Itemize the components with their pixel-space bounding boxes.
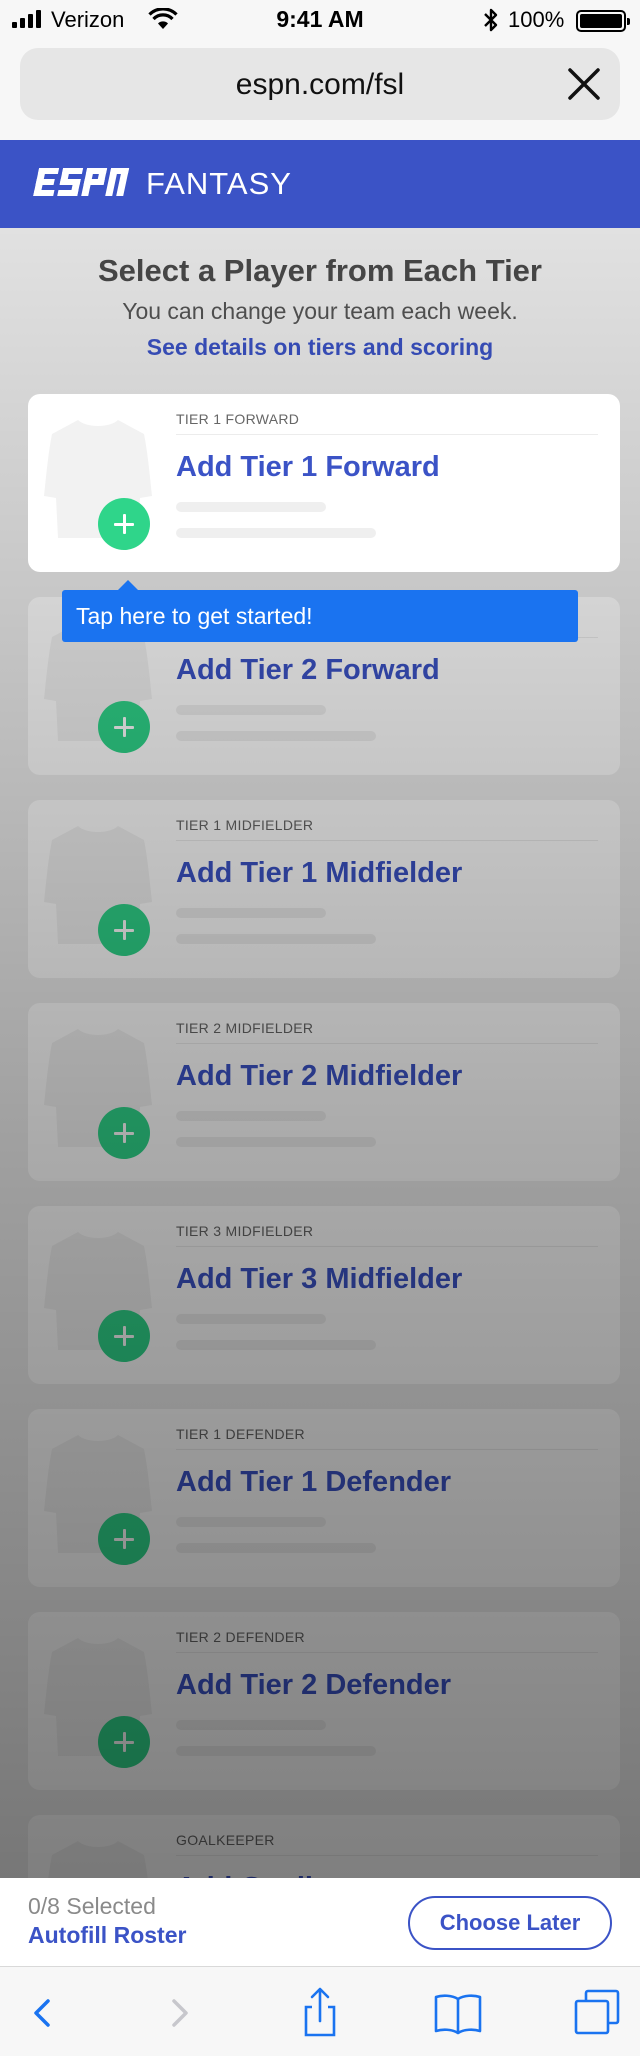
battery-percentage: 100% xyxy=(508,7,565,32)
text-placeholder xyxy=(176,1111,326,1121)
choose-later-button[interactable]: Choose Later xyxy=(408,1896,612,1950)
product-name: FANTASY xyxy=(146,166,292,201)
add-player-icon[interactable] xyxy=(98,1513,150,1565)
add-player-icon[interactable] xyxy=(98,498,150,550)
tier-card[interactable]: TIER 3 MIDFIELDER Add Tier 3 Midfielder xyxy=(28,1206,620,1384)
tier-card[interactable]: TIER 2 MIDFIELDER Add Tier 2 Midfielder xyxy=(28,1003,620,1181)
add-player-button[interactable]: Add Tier 3 Midfielder xyxy=(176,1263,462,1296)
tiers-scoring-link[interactable]: See details on tiers and scoring xyxy=(0,334,640,361)
battery-icon xyxy=(576,10,630,32)
text-placeholder xyxy=(176,731,376,741)
add-player-icon[interactable] xyxy=(98,1107,150,1159)
tier-label: TIER 2 DEFENDER xyxy=(176,1629,305,1645)
address-bar[interactable]: espn.com/fsl xyxy=(20,48,620,120)
text-placeholder xyxy=(176,934,376,944)
close-icon[interactable] xyxy=(564,64,604,104)
add-player-button[interactable]: Add Tier 1 Forward xyxy=(176,451,440,484)
divider xyxy=(176,434,598,435)
tier-label: GOALKEEPER xyxy=(176,1832,275,1848)
text-placeholder xyxy=(176,705,326,715)
roster-action-bar: 0/8 Selected Autofill Roster Choose Late… xyxy=(0,1878,640,1966)
selected-count: 0/8 Selected xyxy=(28,1893,156,1919)
add-player-button[interactable]: Add Tier 1 Midfielder xyxy=(176,857,462,890)
tooltip-text: Tap here to get started! xyxy=(76,603,313,629)
divider xyxy=(176,1449,598,1450)
back-icon[interactable] xyxy=(14,1985,70,2041)
add-player-icon[interactable] xyxy=(98,1310,150,1362)
text-placeholder xyxy=(176,908,326,918)
add-player-icon[interactable] xyxy=(98,701,150,753)
bookmarks-icon[interactable] xyxy=(430,1985,486,2041)
browser-toolbar xyxy=(0,1966,640,2056)
url-text: espn.com/fsl xyxy=(235,68,405,101)
page-title: Select a Player from Each Tier xyxy=(98,253,542,288)
divider xyxy=(176,840,598,841)
forward-icon[interactable] xyxy=(152,1985,208,2041)
text-placeholder xyxy=(176,502,326,512)
main-content: Select a Player from Each Tier You can c… xyxy=(0,228,640,1878)
text-placeholder xyxy=(176,1720,326,1730)
tier-card[interactable]: TIER 1 FORWARD Add Tier 1 Forward xyxy=(28,394,620,572)
get-started-tooltip[interactable]: Tap here to get started! xyxy=(62,580,578,642)
page-subtitle: You can change your team each week. xyxy=(122,298,518,324)
tier-card[interactable]: GOALKEEPERAdd Goalkeeper xyxy=(28,1815,620,1878)
add-player-icon[interactable] xyxy=(98,904,150,956)
jersey-placeholder-icon xyxy=(40,1837,156,1878)
divider xyxy=(176,1652,598,1653)
divider xyxy=(176,1246,598,1247)
tier-card[interactable]: TIER 1 MIDFIELDER Add Tier 1 Midfielder xyxy=(28,800,620,978)
tier-card[interactable]: TIER 2 DEFENDER Add Tier 2 Defender xyxy=(28,1612,620,1790)
browser-address-area: espn.com/fsl xyxy=(0,40,640,140)
text-placeholder xyxy=(176,1517,326,1527)
tier-label: TIER 1 FORWARD xyxy=(176,411,300,427)
text-placeholder xyxy=(176,1746,376,1756)
add-player-icon[interactable] xyxy=(98,1716,150,1768)
add-player-button[interactable]: Add Tier 2 Midfielder xyxy=(176,1060,462,1093)
tier-card[interactable]: TIER 1 DEFENDER Add Tier 1 Defender xyxy=(28,1409,620,1587)
text-placeholder xyxy=(176,1543,376,1553)
divider xyxy=(176,1043,598,1044)
bluetooth-icon xyxy=(484,8,498,32)
status-bar: Verizon 9:41 AM 100% xyxy=(0,0,640,40)
add-player-button[interactable]: Add Tier 1 Defender xyxy=(176,1466,451,1499)
espn-logo xyxy=(33,168,130,196)
add-player-button[interactable]: Add Tier 2 Defender xyxy=(176,1669,451,1702)
share-icon[interactable] xyxy=(292,1985,348,2041)
text-placeholder xyxy=(176,528,376,538)
app-header: FANTASY xyxy=(0,140,640,228)
tier-label: TIER 3 MIDFIELDER xyxy=(176,1223,314,1239)
text-placeholder xyxy=(176,1314,326,1324)
tier-label: TIER 1 DEFENDER xyxy=(176,1426,305,1442)
add-player-button[interactable]: Add Tier 2 Forward xyxy=(176,654,440,687)
text-placeholder xyxy=(176,1137,376,1147)
tabs-icon[interactable] xyxy=(570,1985,626,2041)
tier-label: TIER 2 MIDFIELDER xyxy=(176,1020,314,1036)
autofill-roster-link[interactable]: Autofill Roster xyxy=(28,1922,186,1949)
divider xyxy=(176,1855,598,1856)
text-placeholder xyxy=(176,1340,376,1350)
tier-label: TIER 1 MIDFIELDER xyxy=(176,817,314,833)
